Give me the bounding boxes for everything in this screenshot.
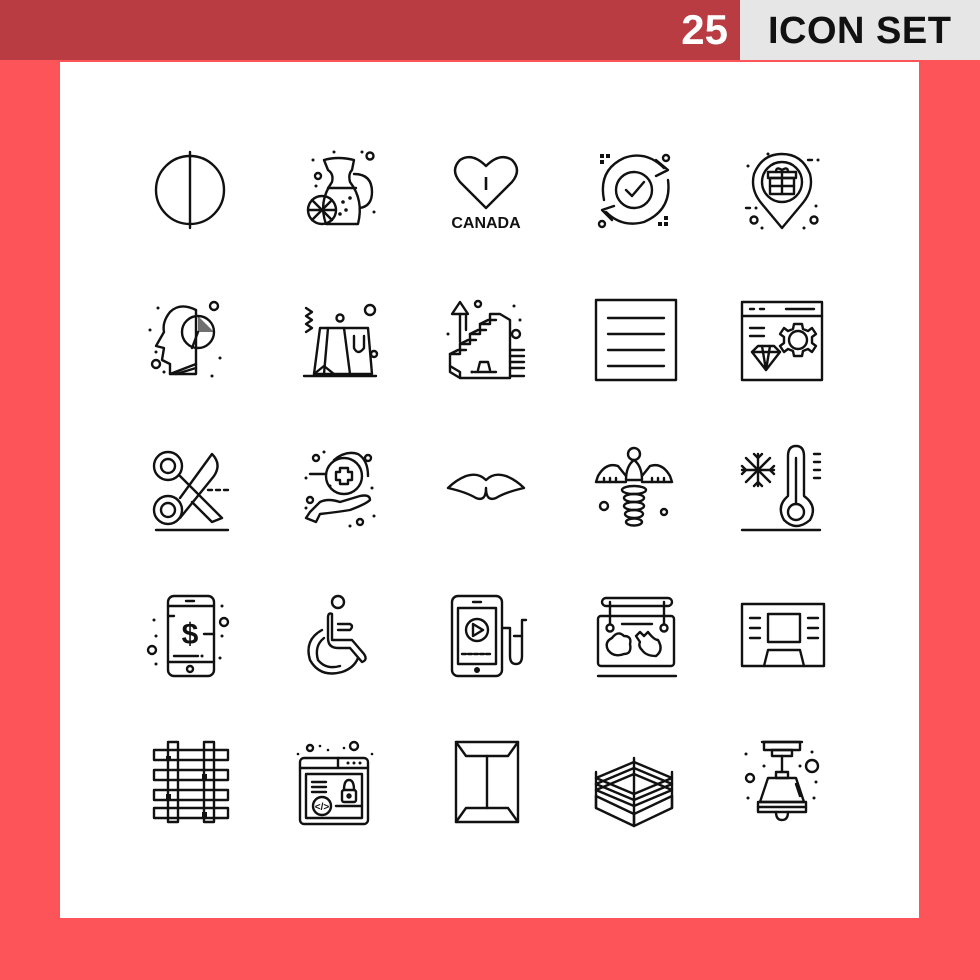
head-pie-chart-icon <box>140 288 240 388</box>
heart-letter: I <box>483 174 488 194</box>
browser-code-lock-icon: </> <box>288 732 388 832</box>
circle-half-line-icon <box>140 140 240 240</box>
lemonade-jug-icon <box>288 140 388 240</box>
hand-plus-healthcare-icon <box>288 436 388 536</box>
atm-screen-icon <box>732 584 832 684</box>
mobile-video-headphones-icon <box>436 584 536 684</box>
railway-tracks-icon <box>140 732 240 832</box>
boxing-ring-icon <box>584 732 684 832</box>
shopping-bag-icon <box>288 288 388 388</box>
refresh-check-icon <box>584 140 684 240</box>
title-box: ICON SET <box>740 0 980 60</box>
i-love-canada-heart-icon: I CANADA <box>436 140 536 240</box>
browser-diamond-gear-icon <box>732 288 832 388</box>
dollar-sign: $ <box>182 618 199 651</box>
code-symbol: </> <box>315 802 330 813</box>
wheelchair-icon <box>288 584 388 684</box>
caduceus-icon <box>584 436 684 536</box>
ceiling-lamp-icon <box>732 732 832 832</box>
mustache-icon <box>436 436 536 536</box>
header-bar: 25 <box>0 0 740 60</box>
mobile-dollar-icon: $ <box>140 584 240 684</box>
icon-grid-panel: I CANADA $ </> <box>60 62 919 918</box>
canada-label: CANADA <box>451 215 521 232</box>
page-title: ICON SET <box>768 10 952 52</box>
envelope-icon <box>436 732 536 832</box>
scissors-cutting-icon <box>140 436 240 536</box>
text-document-icon <box>584 288 684 388</box>
gift-location-pin-icon <box>732 140 832 240</box>
hanging-map-sign-icon <box>584 584 684 684</box>
stairs-growth-icon <box>436 288 536 388</box>
icon-count: 25 <box>681 6 728 53</box>
cold-thermometer-snowflake-icon <box>732 436 832 536</box>
